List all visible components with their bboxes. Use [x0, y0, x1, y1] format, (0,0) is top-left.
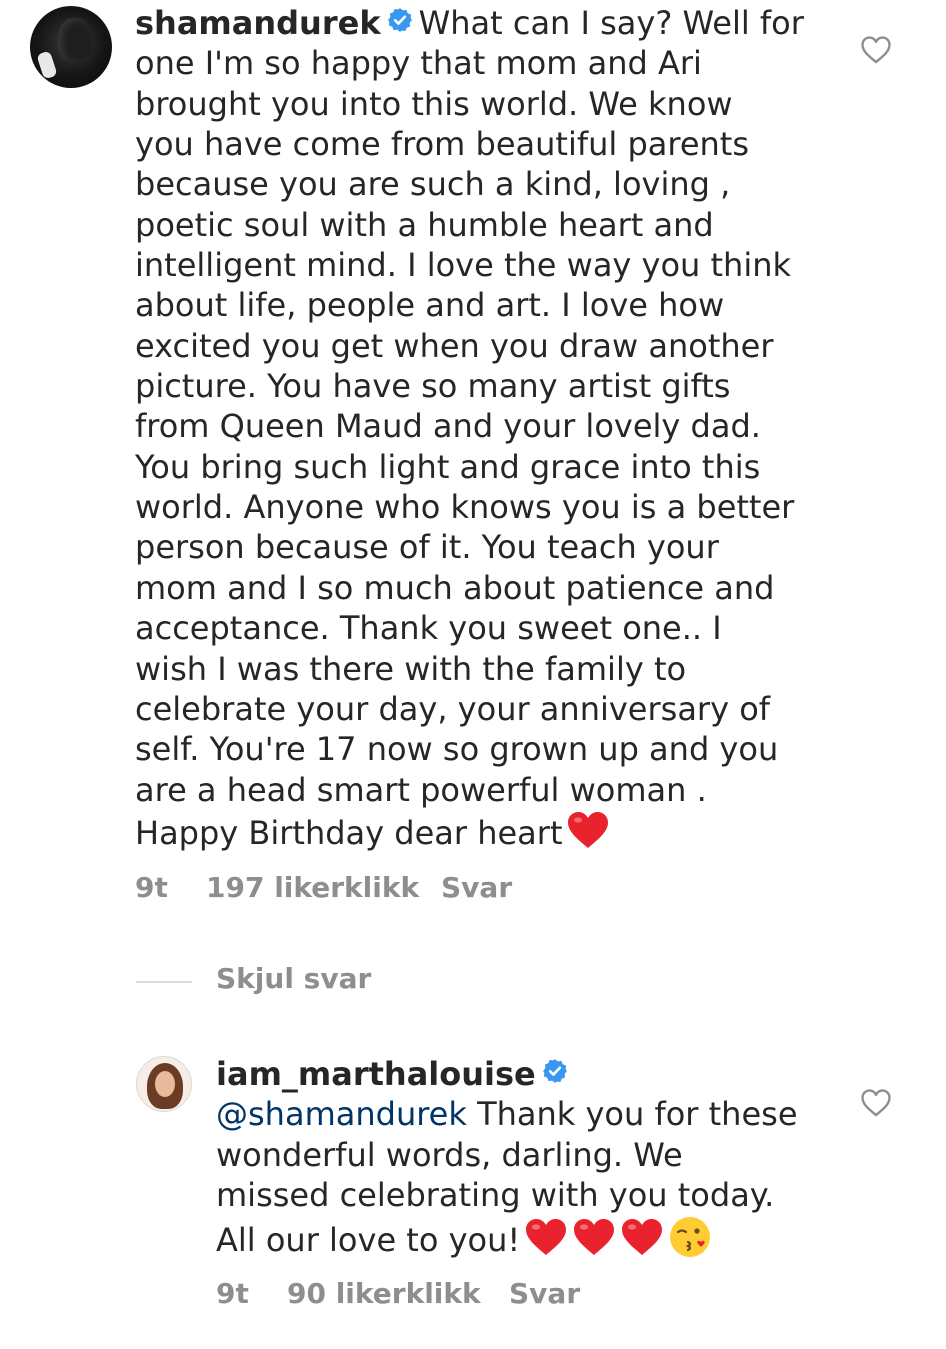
avatar[interactable]	[30, 6, 112, 88]
comment-line: you have come from beautiful parents	[135, 125, 749, 164]
comment-body: shamandurek What can I say? Well for one …	[135, 3, 804, 853]
comment-line: wonderful words, darling. We	[216, 1135, 683, 1174]
comment-line-text: All our love to you!	[216, 1221, 521, 1260]
avatar[interactable]	[136, 1056, 192, 1112]
comment-line: celebrate your day, your anniversary of	[135, 689, 771, 728]
comment-line: Happy Birthday dear heart	[135, 810, 804, 853]
comment-line: brought you into this world. We know	[135, 84, 733, 123]
comment-line: about life, people and art. I love how	[135, 286, 725, 325]
comment-line: world. Anyone who knows you is a better	[135, 488, 795, 527]
comment-line: excited you get when you draw another	[135, 326, 774, 365]
comment-line: mom and I so much about patience and	[135, 568, 775, 607]
comment-line: from Queen Maud and your lovely dad.	[135, 407, 761, 446]
comment-body: iam_marthalouise @shamandurek Thank you …	[216, 1054, 798, 1261]
comment-line: are a head smart powerful woman .	[135, 770, 707, 809]
red-heart-icon	[622, 1219, 663, 1256]
verified-badge-icon	[542, 1059, 567, 1083]
reply-button[interactable]: Svar	[509, 1277, 580, 1310]
comment-line-text: Thank you for these	[477, 1095, 798, 1134]
comment-line: person because of it. You teach your	[135, 528, 719, 567]
avatar-face	[58, 18, 92, 62]
mention-link[interactable]: @shamandurek	[216, 1095, 467, 1133]
comment-line: iam_marthalouise	[216, 1054, 798, 1094]
heart-outline-icon[interactable]	[860, 35, 892, 65]
comment-line: @shamandurek Thank you for these	[216, 1094, 798, 1134]
comment-meta: 9t 90 likerklikk Svar	[216, 1277, 616, 1313]
like-count[interactable]: 197 likerklikk	[206, 871, 419, 904]
comment-line: acceptance. Thank you sweet one.. I	[135, 609, 722, 648]
red-heart-icon	[574, 1219, 615, 1256]
red-heart-icon	[526, 1219, 567, 1256]
comment-line-text: What can I say? Well for	[418, 4, 804, 42]
comment-line: All our love to you!	[216, 1215, 798, 1260]
comment-time: 9t	[135, 871, 168, 904]
username[interactable]: iam_marthalouise	[216, 1055, 536, 1093]
comment-line: missed celebrating with you today.	[216, 1176, 775, 1215]
avatar-face	[155, 1071, 175, 1097]
heart-outline-icon[interactable]	[860, 1088, 892, 1118]
verified-badge-icon	[387, 8, 412, 32]
comment-time: 9t	[216, 1277, 249, 1310]
comment-meta: 9t 197 likerklikk Svar	[135, 871, 535, 907]
avatar-hand	[36, 50, 58, 80]
comment-line: You bring such light and grace into this	[135, 447, 761, 486]
username[interactable]: shamandurek	[135, 4, 381, 42]
comment-line: wish I was there with the family to	[135, 649, 687, 688]
divider	[136, 981, 192, 983]
comment-line: intelligent mind. I love the way you thi…	[135, 246, 792, 285]
comment-line: because you are such a kind, loving ,	[135, 165, 731, 204]
comment-line: one I'm so happy that mom and Ari	[135, 44, 702, 83]
reply-button[interactable]: Svar	[441, 871, 512, 904]
red-heart-icon	[568, 811, 609, 848]
like-count[interactable]: 90 likerklikk	[287, 1277, 481, 1310]
hide-replies-label[interactable]: Skjul svar	[216, 962, 371, 995]
comment-line-text: Happy Birthday dear heart	[135, 813, 563, 852]
kissing-face-icon	[670, 1217, 711, 1258]
comment-line: shamandurek What can I say? Well for	[135, 3, 804, 43]
comment-line: self. You're 17 now so grown up and you	[135, 730, 779, 769]
comment-line: poetic soul with a humble heart and	[135, 205, 714, 244]
comment-line: picture. You have so many artist gifts	[135, 367, 731, 406]
